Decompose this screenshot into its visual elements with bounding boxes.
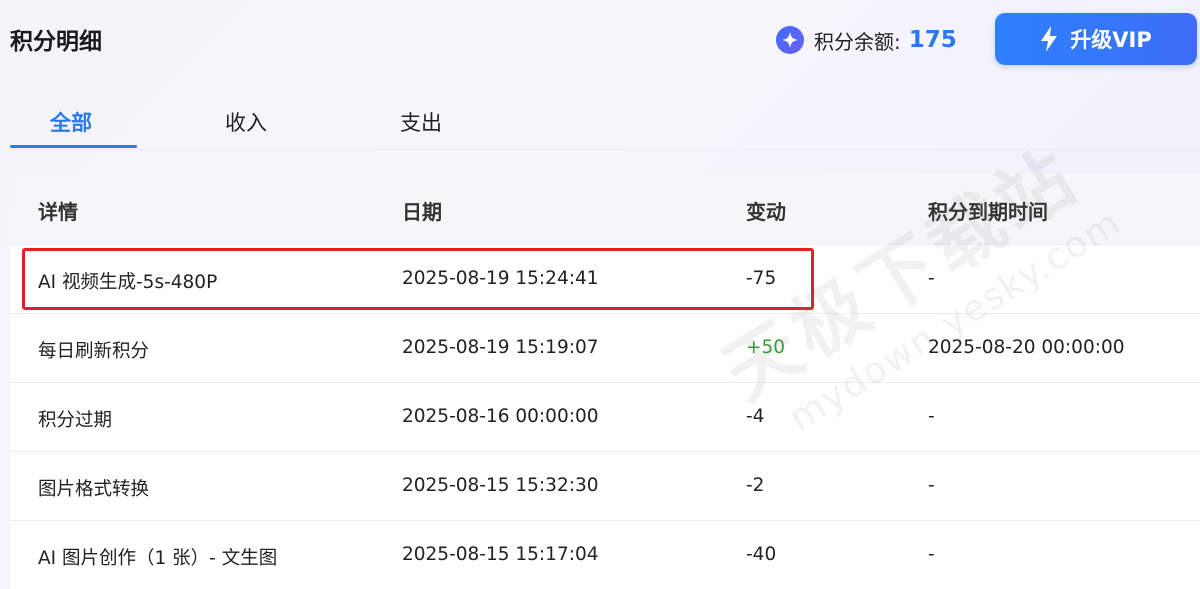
balance-label: 积分余额: xyxy=(814,29,901,54)
column-header-detail: 详情 xyxy=(38,200,78,224)
table-header: 详情 日期 变动 积分到期时间 xyxy=(10,174,1200,244)
points-balance: 积分余额: 175 xyxy=(776,25,957,55)
row-date: 2025-08-19 15:24:41 xyxy=(402,268,599,289)
row-detail: 图片格式转换 xyxy=(38,479,150,500)
balance-value: 175 xyxy=(908,27,957,53)
table-row: AI 图片创作（1 张）- 文生图 2025-08-15 15:17:04 -4… xyxy=(10,520,1200,589)
sparkle-icon xyxy=(776,26,804,54)
header: 积分明细 积分余额: 175 升级VIP xyxy=(0,0,1200,85)
row-change: -4 xyxy=(746,406,765,427)
upgrade-vip-label: 升级VIP xyxy=(1070,28,1152,52)
row-expiry: 2025-08-20 00:00:00 xyxy=(928,337,1125,358)
active-tab-indicator xyxy=(10,145,137,148)
upgrade-vip-button[interactable]: 升级VIP xyxy=(995,13,1197,65)
row-expiry: - xyxy=(928,406,935,427)
row-expiry: - xyxy=(928,268,935,289)
row-date: 2025-08-16 00:00:00 xyxy=(402,406,599,427)
row-change: -40 xyxy=(746,544,777,565)
tab-expense[interactable]: 支出 xyxy=(400,107,442,137)
row-date: 2025-08-19 15:19:07 xyxy=(402,337,599,358)
row-detail: 积分过期 xyxy=(38,410,113,431)
row-expiry: - xyxy=(928,475,935,496)
tab-all[interactable]: 全部 xyxy=(50,107,92,137)
column-header-date: 日期 xyxy=(402,200,442,224)
lightning-icon xyxy=(1040,26,1058,52)
table-row: 积分过期 2025-08-16 00:00:00 -4 - xyxy=(10,382,1200,451)
tab-income[interactable]: 收入 xyxy=(225,107,267,137)
row-date: 2025-08-15 15:17:04 xyxy=(402,544,599,565)
table-row: 每日刷新积分 2025-08-19 15:19:07 +50 2025-08-2… xyxy=(10,313,1200,382)
points-table: 详情 日期 变动 积分到期时间 AI 视频生成-5s-480P 2025-08-… xyxy=(10,174,1200,589)
tab-bar: 全部 收入 支出 xyxy=(10,95,1200,150)
column-header-expiry: 积分到期时间 xyxy=(928,200,1048,224)
row-change: -2 xyxy=(746,475,765,496)
page-title: 积分明细 xyxy=(10,29,102,55)
table-row: 图片格式转换 2025-08-15 15:32:30 -2 - xyxy=(10,451,1200,520)
row-change: -75 xyxy=(746,268,777,289)
row-detail: AI 视频生成-5s-480P xyxy=(38,272,218,293)
table-row: AI 视频生成-5s-480P 2025-08-19 15:24:41 -75 … xyxy=(10,244,1200,313)
row-detail: AI 图片创作（1 张）- 文生图 xyxy=(38,548,278,569)
row-expiry: - xyxy=(928,544,935,565)
row-detail: 每日刷新积分 xyxy=(38,341,150,362)
column-header-change: 变动 xyxy=(746,200,786,224)
row-date: 2025-08-15 15:32:30 xyxy=(402,475,599,496)
row-change: +50 xyxy=(746,337,786,358)
